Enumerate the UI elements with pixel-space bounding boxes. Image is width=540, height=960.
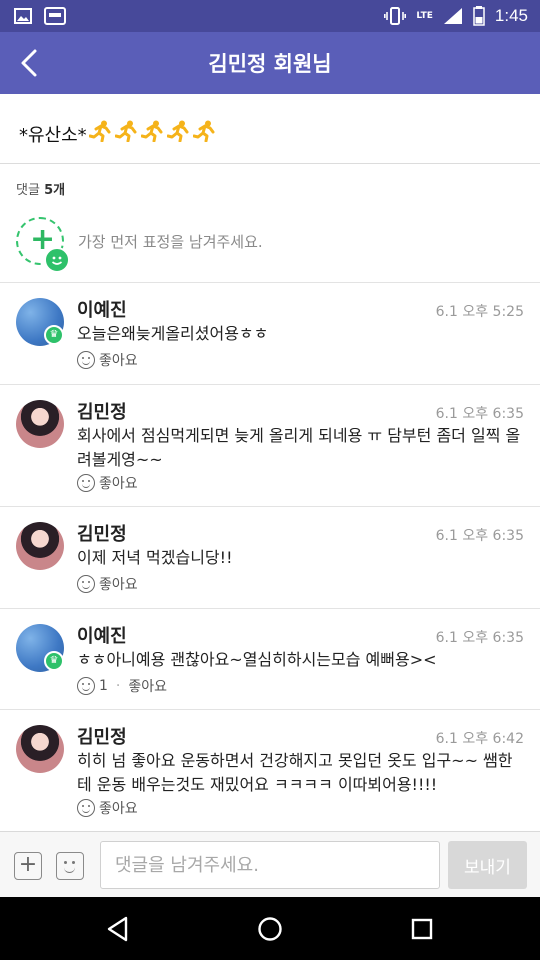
- comment-like-action[interactable]: 좋아요: [77, 574, 138, 594]
- avatar[interactable]: [16, 725, 64, 773]
- avatar[interactable]: [16, 522, 64, 570]
- add-emotion-button[interactable]: +: [16, 217, 70, 273]
- comment-like-action[interactable]: 좋아요: [77, 473, 138, 493]
- nav-home-button[interactable]: [252, 911, 288, 947]
- back-triangle-icon: [107, 916, 128, 942]
- post-header: *유산소*: [0, 94, 540, 164]
- comment-time: 6.1 오후 6:35: [435, 528, 524, 544]
- comment-input[interactable]: [100, 841, 440, 889]
- status-right-icons: LTE 1:45: [384, 6, 528, 26]
- band-notification-icon: [44, 7, 66, 25]
- avatar[interactable]: [16, 400, 64, 448]
- nav-recents-button[interactable]: [404, 911, 440, 947]
- comment-time: 6.1 오후 6:35: [435, 406, 524, 422]
- like-label[interactable]: 좋아요: [99, 473, 138, 493]
- comment-time: 6.1 오후 6:42: [435, 731, 524, 747]
- running-person-icon: [88, 120, 113, 147]
- running-person-icon: [192, 120, 217, 147]
- comment-like-action[interactable]: 좋아요: [77, 350, 138, 370]
- comment-item[interactable]: ♛ 이예진 6.1 오후 5:25 오늘은왜늦게올리셨어용ㅎㅎ 좋아요: [0, 283, 540, 385]
- page-title: 김민정 회원님: [208, 52, 332, 76]
- clock: 1:45: [494, 6, 528, 25]
- status-bar: LTE 1:45: [0, 0, 540, 32]
- comment-list[interactable]: 댓글 5개 + 가장 먼저 표정을 남겨주세요. ♛ 이예진 6.1 오후 5:…: [0, 165, 540, 833]
- comment-time: 6.1 오후 6:35: [435, 630, 524, 646]
- comment-input-bar: + 보내기: [0, 831, 540, 897]
- comment-text: 회사에서 점심먹게되면 늦게 올리게 되네용 ㅠ 담부턴 좀더 일찍 올려볼게영…: [77, 426, 521, 469]
- comment-text: 히히 넘 좋아요 운동하면서 건강해지고 못입던 옷도 입구~~ 쌤한테 운동 …: [77, 751, 513, 794]
- first-emotion-prompt: 가장 먼저 표정을 남겨주세요.: [78, 233, 263, 251]
- comment-item[interactable]: ♛ 이예진 6.1 오후 6:35 ㅎㅎ아니예용 괜찮아요~열심히하시는모습 예…: [0, 609, 540, 710]
- system-nav-bar: [0, 897, 540, 960]
- running-person-icon: [140, 120, 165, 147]
- like-label[interactable]: 좋아요: [99, 798, 138, 818]
- post-title: *유산소*: [19, 124, 87, 146]
- recents-square-icon: [411, 918, 433, 940]
- running-person-icon: [114, 120, 139, 147]
- signal-icon: [443, 8, 462, 24]
- send-button[interactable]: 보내기: [448, 841, 527, 889]
- network-type-label: LTE: [416, 11, 433, 21]
- nav-back-button[interactable]: [100, 911, 136, 947]
- comment-item[interactable]: 김민정 6.1 오후 6:35 회사에서 점심먹게되면 늦게 올리게 되네용 ㅠ…: [0, 385, 540, 507]
- comment-time: 6.1 오후 5:25: [435, 304, 524, 320]
- comment-author[interactable]: 김민정: [77, 398, 127, 424]
- smile-icon: [77, 351, 95, 369]
- smile-icon: [77, 799, 95, 817]
- like-label[interactable]: 좋아요: [99, 350, 138, 370]
- vibrate-icon: [384, 7, 407, 25]
- comment-count-value: 5개: [44, 183, 66, 198]
- comment-item[interactable]: 김민정 6.1 오후 6:42 히히 넘 좋아요 운동하면서 건강해지고 못입던…: [0, 710, 540, 833]
- running-emoji-row: [88, 120, 217, 147]
- sticker-button[interactable]: [56, 852, 84, 880]
- battery-icon: [473, 6, 485, 26]
- app-bar: 김민정 회원님: [0, 32, 540, 94]
- comment-author[interactable]: 이예진: [77, 622, 127, 648]
- comment-text: 오늘은왜늦게올리셨어용ㅎㅎ: [77, 324, 269, 343]
- first-emotion-row[interactable]: + 가장 먼저 표정을 남겨주세요.: [0, 209, 540, 283]
- comment-count: 댓글 5개: [16, 179, 65, 198]
- comment-author[interactable]: 김민정: [77, 520, 127, 546]
- like-count: 1: [99, 678, 108, 694]
- plus-icon: +: [18, 852, 38, 877]
- status-left-icons: [14, 7, 66, 25]
- dot-separator: ·: [115, 678, 121, 694]
- comment-like-action[interactable]: 좋아요: [77, 798, 138, 818]
- smile-icon: [77, 474, 95, 492]
- comment-like-action[interactable]: 1 · 좋아요: [77, 676, 167, 696]
- comment-text: 이제 저녁 먹겠습니당!!: [77, 548, 233, 567]
- comment-author[interactable]: 이예진: [77, 296, 127, 322]
- crown-badge-icon: ♛: [44, 325, 64, 345]
- comment-count-label: 댓글: [16, 183, 40, 198]
- comment-author[interactable]: 김민정: [77, 723, 127, 749]
- like-label[interactable]: 좋아요: [128, 676, 167, 696]
- smile-badge-icon: [44, 247, 70, 273]
- crown-badge-icon: ♛: [44, 651, 64, 671]
- picture-icon: [14, 8, 32, 24]
- post-title-row: *유산소*: [19, 120, 217, 147]
- home-circle-icon: [258, 917, 282, 941]
- like-label[interactable]: 좋아요: [99, 574, 138, 594]
- running-person-icon: [166, 120, 191, 147]
- smile-icon: [77, 677, 95, 695]
- comment-text: ㅎㅎ아니예용 괜찮아요~열심히하시는모습 예뻐용><: [77, 650, 437, 669]
- attach-plus-button[interactable]: +: [14, 852, 42, 880]
- comment-item[interactable]: 김민정 6.1 오후 6:35 이제 저녁 먹겠습니당!! 좋아요: [0, 507, 540, 609]
- smile-icon: [77, 575, 95, 593]
